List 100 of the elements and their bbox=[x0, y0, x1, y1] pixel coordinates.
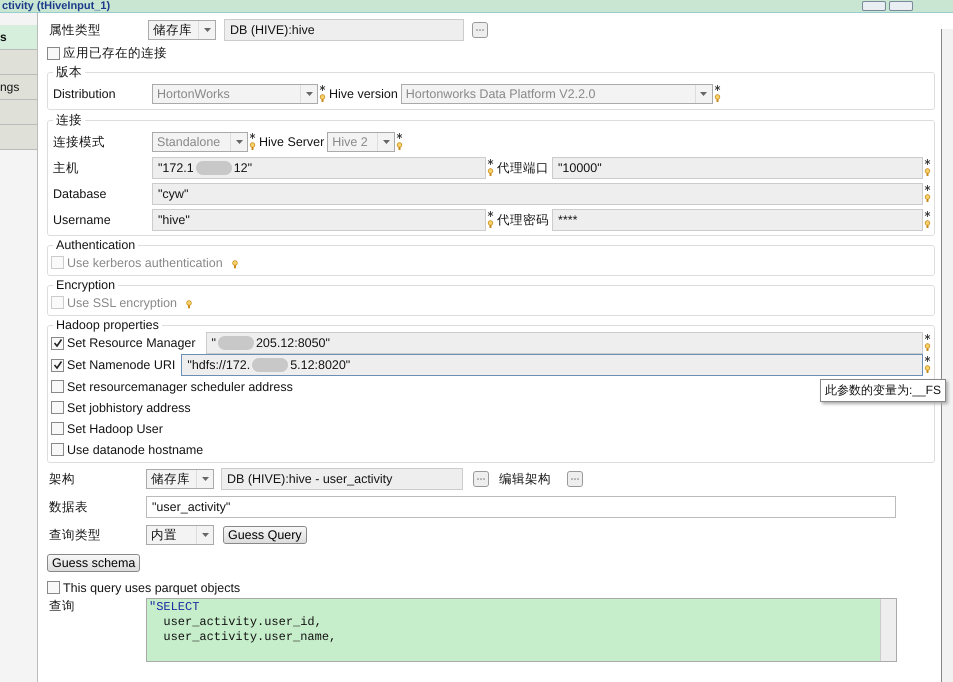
field-label: Hive version bbox=[329, 87, 398, 101]
dropdown-arrow-icon bbox=[236, 140, 242, 144]
group-title: 连接 bbox=[55, 112, 83, 129]
group-title: Hadoop properties bbox=[55, 318, 160, 332]
dropdown-arrow-icon bbox=[204, 28, 210, 32]
dropdown-arrow-icon bbox=[382, 140, 390, 144]
required-hint-icon bbox=[924, 210, 931, 230]
checkbox-label: Set Resource Manager bbox=[67, 336, 196, 350]
field-label: 代理密码 bbox=[497, 212, 549, 228]
checkbox[interactable] bbox=[51, 358, 64, 372]
required-hint-icon bbox=[924, 184, 931, 204]
redaction-blur bbox=[218, 336, 254, 350]
field-label: 主机 bbox=[52, 160, 80, 176]
field-text: 12" bbox=[234, 161, 252, 175]
field-label: 属性类型 bbox=[48, 22, 102, 38]
browse-button[interactable] bbox=[472, 22, 488, 38]
redaction-blur bbox=[252, 358, 288, 372]
password-field[interactable]: **** bbox=[552, 209, 923, 231]
required-hint-icon bbox=[487, 158, 494, 178]
dropdown-arrow-icon bbox=[202, 477, 208, 481]
group-title: Authentication bbox=[55, 238, 136, 252]
tooltip: 此参数的变量为:__FS bbox=[820, 379, 946, 402]
field-label: Distribution bbox=[52, 87, 117, 101]
checkbox[interactable] bbox=[51, 380, 64, 393]
required-hint-icon bbox=[924, 355, 931, 375]
side-tab[interactable]: s bbox=[0, 25, 37, 50]
repository-dropdown[interactable]: 储存库 bbox=[148, 20, 216, 40]
required-hint-icon bbox=[249, 132, 256, 152]
field-label: 查询 bbox=[48, 598, 76, 615]
hadoop-value-field[interactable]: "hdfs://172. 5.12:8020" bbox=[181, 354, 923, 376]
required-hint-icon bbox=[714, 84, 721, 104]
field-text: 205.12:8050" bbox=[256, 336, 330, 350]
dropdown-arrow-icon bbox=[202, 533, 208, 537]
table-field[interactable]: "user_activity" bbox=[146, 496, 896, 518]
checkbox-label: Use SSL encryption bbox=[67, 296, 178, 310]
required-hint-icon bbox=[487, 210, 494, 230]
checkbox[interactable] bbox=[51, 401, 64, 414]
guess-schema-button[interactable]: Guess schema bbox=[47, 554, 140, 572]
checkbox-label: Use kerberos authentication bbox=[67, 256, 223, 270]
schema-field[interactable]: DB (HIVE):hive - user_activity bbox=[221, 468, 463, 490]
window-title: ctivity (tHiveInput_1) bbox=[1, 0, 110, 12]
database-field[interactable]: "cyw" bbox=[152, 183, 923, 205]
field-label: Username bbox=[52, 213, 112, 227]
port-field[interactable]: "10000" bbox=[552, 157, 923, 179]
hadoop-value-field[interactable]: " 205.12:8050" bbox=[206, 332, 923, 354]
browse-button[interactable] bbox=[567, 471, 583, 487]
field-label: 数据表 bbox=[48, 498, 89, 516]
checkbox[interactable] bbox=[51, 443, 64, 456]
group-title: 版本 bbox=[55, 64, 83, 81]
checkbox-label: 应用已存在的连接 bbox=[63, 45, 167, 62]
group-title: Encryption bbox=[55, 278, 116, 292]
checkbox-label: This query uses parquet objects bbox=[63, 580, 240, 594]
required-hint-icon bbox=[396, 132, 404, 152]
checkbox[interactable] bbox=[51, 336, 64, 350]
code-line: user_activity.user_name, bbox=[162, 630, 338, 645]
ellipsis-icon bbox=[475, 28, 485, 32]
redaction-blur bbox=[196, 161, 232, 175]
required-hint-icon bbox=[924, 333, 931, 353]
field-text: "hdfs://172. bbox=[187, 358, 250, 372]
code-line: "SELECT bbox=[149, 600, 200, 615]
field-label: Hive Server bbox=[259, 135, 324, 149]
field-label: 代理端口 bbox=[497, 160, 549, 176]
query-type-dropdown[interactable]: 内置 bbox=[146, 525, 214, 545]
hint-bulb-icon bbox=[232, 260, 238, 269]
scrollbar[interactable] bbox=[941, 29, 953, 682]
required-hint-icon bbox=[924, 158, 931, 178]
query-editor[interactable]: "SELECT user_activity.user_id, user_activity.user_name, bbox=[146, 598, 897, 662]
field-label: 编辑架构 bbox=[499, 470, 551, 488]
property-field[interactable]: DB (HIVE):hive bbox=[224, 19, 464, 41]
checkbox-label: Set Hadoop User bbox=[67, 422, 163, 436]
field-text: " bbox=[212, 336, 216, 350]
field-label: Database bbox=[52, 187, 108, 201]
browse-button[interactable] bbox=[473, 471, 489, 487]
code-line: user_activity.user_id, bbox=[162, 615, 323, 630]
guess-query-button[interactable]: Guess Query bbox=[223, 526, 307, 544]
minimize-button[interactable] bbox=[862, 1, 886, 11]
field-label: 架构 bbox=[48, 470, 76, 488]
schema-dropdown[interactable]: 储存库 bbox=[146, 469, 214, 489]
maximize-button[interactable] bbox=[889, 1, 913, 11]
dropdown-arrow-icon bbox=[700, 92, 708, 96]
checkbox[interactable] bbox=[47, 581, 60, 594]
host-field[interactable]: "172.1 12" bbox=[152, 157, 486, 179]
field-label: 连接模式 bbox=[52, 134, 106, 150]
field-text: 5.12:8020" bbox=[290, 358, 350, 372]
scrollbar[interactable] bbox=[880, 599, 896, 661]
hint-bulb-icon bbox=[186, 300, 192, 309]
checkbox-label: Use datanode hostname bbox=[67, 442, 204, 456]
required-hint-icon bbox=[319, 84, 326, 104]
checkbox[interactable] bbox=[47, 47, 60, 60]
ellipsis-icon bbox=[570, 477, 580, 481]
checkbox[interactable] bbox=[51, 422, 64, 435]
dropdown-arrow-icon bbox=[306, 92, 312, 96]
field-label: 查询类型 bbox=[48, 526, 102, 544]
username-field[interactable]: "hive" bbox=[152, 209, 486, 231]
ellipsis-icon bbox=[476, 477, 486, 481]
checkbox-label: Set resourcemanager scheduler address bbox=[67, 380, 293, 394]
checkbox-label: Set jobhistory address bbox=[67, 400, 191, 414]
side-tab[interactable]: ngs bbox=[0, 75, 37, 100]
checkbox-label: Set Namenode URI bbox=[67, 358, 176, 372]
field-text: "172.1 bbox=[158, 161, 194, 175]
